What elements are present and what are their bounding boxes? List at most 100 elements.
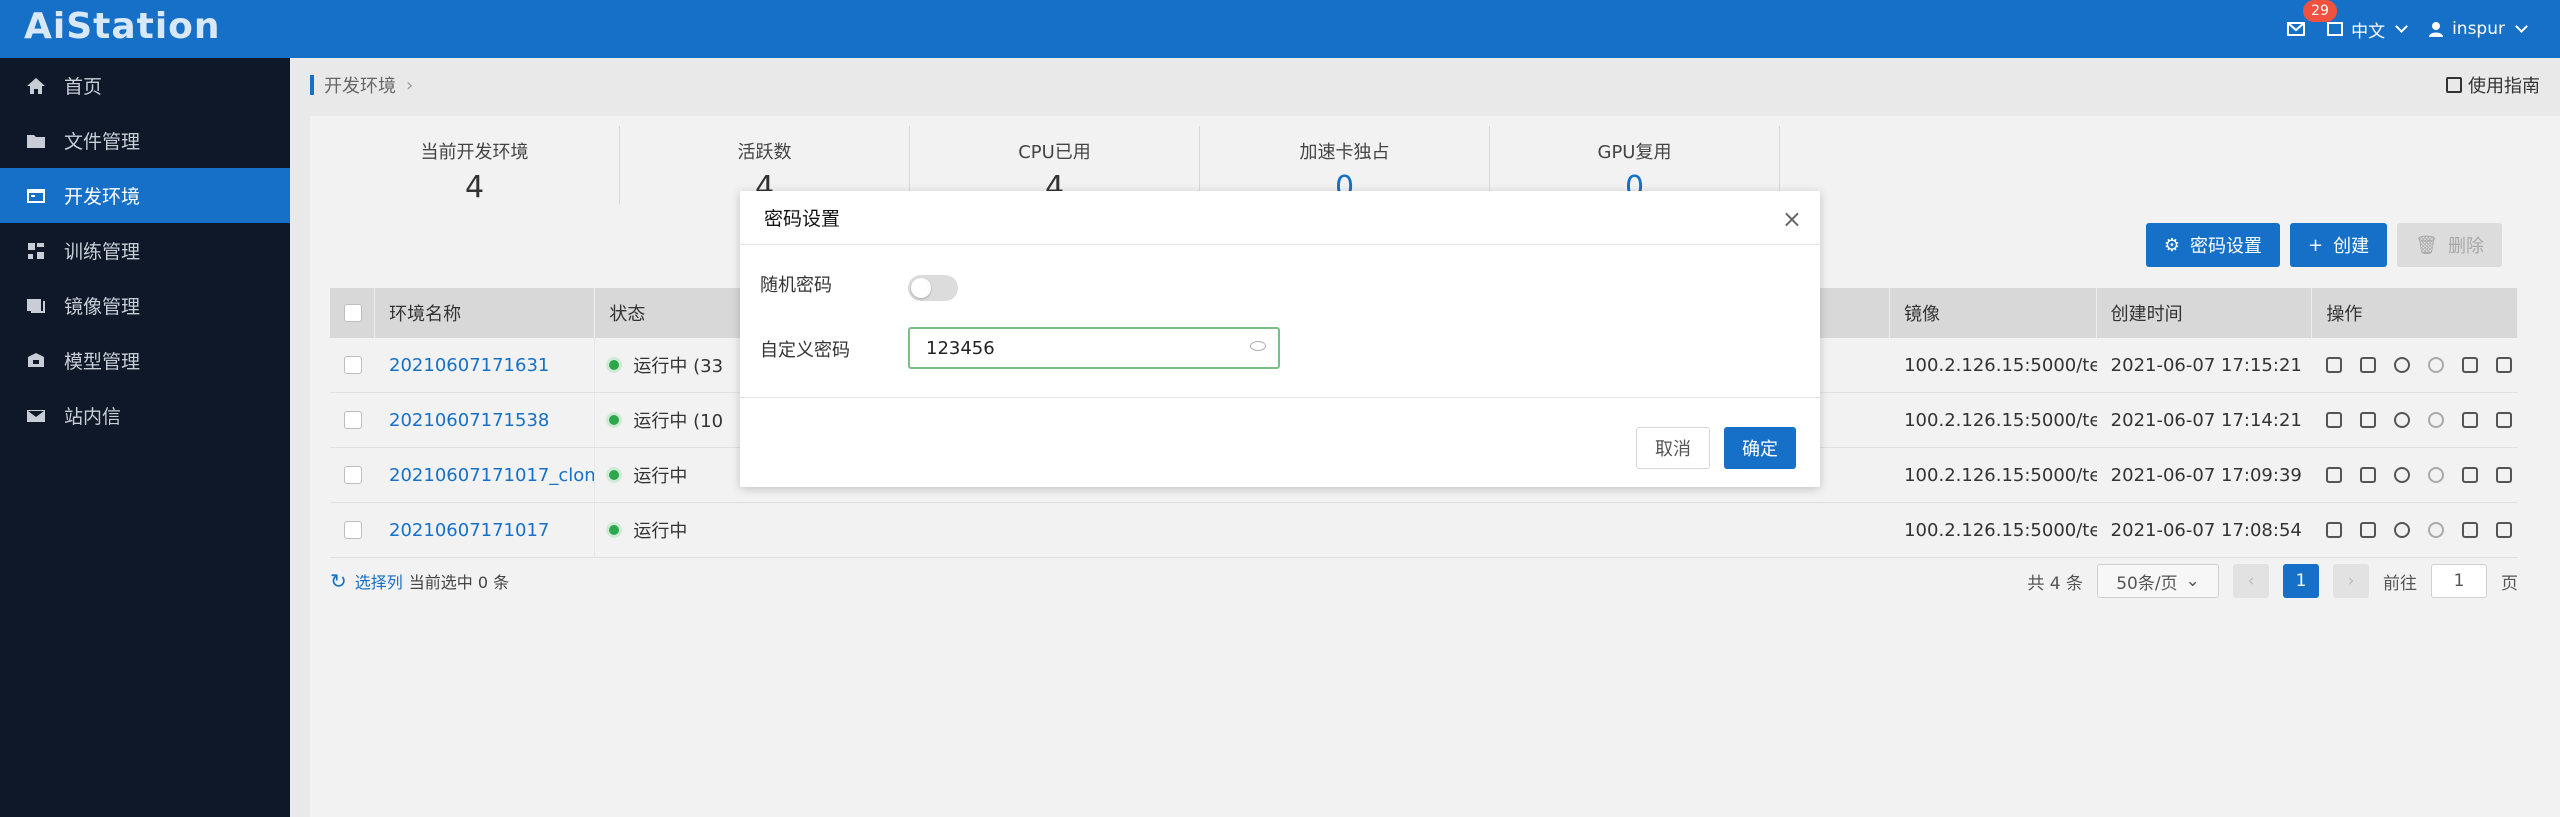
user-menu[interactable]: inspur xyxy=(2428,19,2528,39)
folder-icon xyxy=(27,134,45,148)
sidebar-item-messages[interactable]: 站内信 xyxy=(0,388,290,443)
mail-button[interactable]: 29 xyxy=(2287,0,2337,36)
custom-password-input[interactable]: 123456 xyxy=(908,327,1280,369)
row-check-cell xyxy=(330,448,375,502)
image-cell: 100.2.126.15:5000/tensor… xyxy=(1904,519,2097,541)
app-logo: AiStation xyxy=(24,6,221,47)
stat-current-envs: 当前开发环境 4 xyxy=(330,126,620,205)
eye-icon[interactable] xyxy=(1250,341,1266,351)
goto-page-input[interactable]: 1 xyxy=(2431,564,2487,598)
sidebar-item-models[interactable]: 模型管理 xyxy=(0,333,290,388)
table-row: 20210607171017 运行中 100.2.126.15:5000/ten… xyxy=(330,503,2518,558)
start-icon[interactable] xyxy=(2394,357,2411,373)
copy-icon[interactable] xyxy=(2360,522,2377,538)
cancel-button[interactable]: 取消 xyxy=(1636,427,1710,469)
time-cell: 2021-06-07 17:09:39 xyxy=(2110,464,2302,486)
image-cell: 100.2.126.15:5000/tensor… xyxy=(1904,409,2097,431)
copy-icon[interactable] xyxy=(2360,467,2377,483)
stop-icon[interactable] xyxy=(2428,412,2445,428)
chevron-down-icon xyxy=(2515,20,2528,33)
stop-icon[interactable] xyxy=(2428,357,2445,373)
save-icon[interactable] xyxy=(2496,357,2513,373)
env-name-link[interactable]: 20210607171017 xyxy=(375,503,596,557)
sidebar-item-dev-env[interactable]: 开发环境 xyxy=(0,168,290,223)
random-password-label: 随机密码 xyxy=(760,275,832,296)
page-size-select[interactable]: 50条/页 ⌄ xyxy=(2097,564,2219,598)
sidebar-item-label: 站内信 xyxy=(64,406,122,428)
stop-icon[interactable] xyxy=(2428,467,2445,483)
ops-cell xyxy=(2312,503,2518,557)
delete-icon[interactable] xyxy=(2462,412,2479,428)
edit-icon[interactable] xyxy=(2326,357,2343,373)
sidebar-item-label: 训练管理 xyxy=(64,241,141,263)
copy-icon[interactable] xyxy=(2360,412,2377,428)
mail-icon xyxy=(27,409,45,422)
create-button[interactable]: + 创建 xyxy=(2290,223,2388,267)
stat-label: 当前开发环境 xyxy=(420,142,529,163)
next-page-button[interactable]: › xyxy=(2333,564,2369,598)
row-check-cell xyxy=(330,338,375,392)
close-icon[interactable]: × xyxy=(1782,205,1802,233)
dialog-footer: 取消 确定 xyxy=(1636,427,1796,469)
language-switch[interactable]: 中文 xyxy=(2327,17,2408,42)
select-columns-link[interactable]: 选择列 xyxy=(355,569,403,593)
stat-label: 加速卡独占 xyxy=(1299,142,1390,163)
dev-env-icon xyxy=(27,188,45,203)
guide-label: 使用指南 xyxy=(2468,76,2540,97)
prev-page-button[interactable]: ‹ xyxy=(2233,564,2269,598)
edit-icon[interactable] xyxy=(2326,467,2343,483)
chevron-down-icon xyxy=(2395,20,2408,33)
user-guide-link[interactable]: 使用指南 xyxy=(2446,72,2540,98)
confirm-button[interactable]: 确定 xyxy=(1724,427,1796,469)
edit-icon[interactable] xyxy=(2326,412,2343,428)
edit-icon[interactable] xyxy=(2326,522,2343,538)
ops-cell xyxy=(2312,338,2518,392)
training-icon xyxy=(28,242,44,259)
breadcrumb-current[interactable]: 开发环境 xyxy=(324,72,396,98)
save-icon[interactable] xyxy=(2496,412,2513,428)
row-checkbox[interactable] xyxy=(344,356,362,374)
page-number-button[interactable]: 1 xyxy=(2283,564,2319,598)
sidebar-item-training[interactable]: 训练管理 xyxy=(0,223,290,278)
row-checkbox[interactable] xyxy=(344,521,362,539)
copy-icon[interactable] xyxy=(2360,357,2377,373)
sidebar-item-images[interactable]: 镜像管理 xyxy=(0,278,290,333)
page-size-value: 50条/页 xyxy=(2116,573,2178,594)
sidebar-item-label: 镜像管理 xyxy=(64,296,141,318)
status-text: 运行中 (10 xyxy=(633,411,724,432)
start-icon[interactable] xyxy=(2394,412,2411,428)
status-text: 运行中 xyxy=(633,521,688,542)
chevron-down-icon: ⌄ xyxy=(2185,571,2200,591)
sidebar-item-label: 文件管理 xyxy=(64,131,141,153)
total-count: 共 4 条 xyxy=(2027,573,2083,594)
random-password-toggle[interactable] xyxy=(908,275,958,301)
sidebar-item-home[interactable]: 首页 xyxy=(0,58,290,113)
status-dot xyxy=(609,525,620,535)
env-name-link[interactable]: 20210607171631 xyxy=(375,338,596,392)
delete-icon[interactable] xyxy=(2462,522,2479,538)
row-checkbox[interactable] xyxy=(344,411,362,429)
delete-button[interactable]: 🗑 删除 xyxy=(2397,223,2502,267)
sidebar-item-files[interactable]: 文件管理 xyxy=(0,113,290,168)
delete-icon[interactable] xyxy=(2462,467,2479,483)
goto-suffix: 页 xyxy=(2501,573,2518,594)
top-bar: AiStation 29 中文 inspur xyxy=(0,0,2560,58)
mail-icon xyxy=(2287,22,2306,36)
env-name-link[interactable]: 20210607171017_clone xyxy=(375,448,596,502)
sidebar-item-label: 开发环境 xyxy=(64,186,141,208)
time-cell: 2021-06-07 17:14:21 xyxy=(2110,409,2302,431)
row-checkbox[interactable] xyxy=(344,466,362,484)
user-name: inspur xyxy=(2452,19,2505,39)
row-check-cell xyxy=(330,503,375,557)
env-name-link[interactable]: 20210607171538 xyxy=(375,393,596,447)
password-settings-button[interactable]: ⚙ 密码设置 xyxy=(2145,223,2281,267)
start-icon[interactable] xyxy=(2394,522,2411,538)
toggle-knob xyxy=(911,278,931,298)
start-icon[interactable] xyxy=(2394,467,2411,483)
stop-icon[interactable] xyxy=(2428,522,2445,538)
save-icon[interactable] xyxy=(2496,522,2513,538)
delete-icon[interactable] xyxy=(2462,357,2479,373)
refresh-icon[interactable]: ↻ xyxy=(330,569,347,593)
save-icon[interactable] xyxy=(2496,467,2513,483)
select-all-checkbox[interactable] xyxy=(344,304,362,322)
